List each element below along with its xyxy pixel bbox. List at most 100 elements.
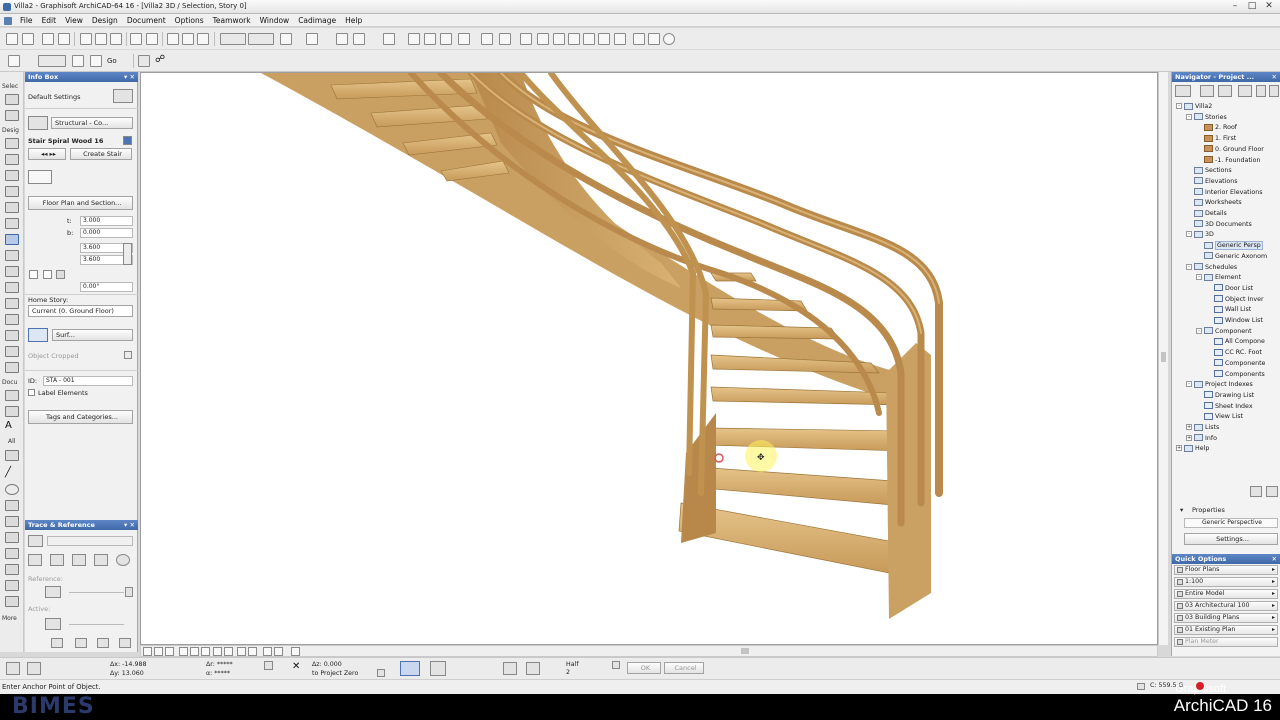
trace-rotate-icon[interactable] — [50, 554, 64, 566]
viewport-vertical-scrollbar[interactable] — [1158, 72, 1168, 645]
tree-item[interactable]: Object Inver — [1206, 295, 1264, 305]
group-icon[interactable] — [336, 33, 348, 45]
anchor-icon[interactable] — [56, 270, 65, 279]
tree-item[interactable]: Drawing List — [1196, 391, 1254, 401]
tree-item[interactable]: - 3D — [1186, 230, 1214, 240]
window-tool-icon[interactable] — [5, 170, 19, 181]
mirror-x-icon[interactable] — [29, 270, 38, 279]
tree-item[interactable]: Door List — [1206, 284, 1253, 294]
tree-item[interactable]: - Component — [1196, 327, 1252, 337]
prev-view-icon[interactable] — [237, 647, 246, 656]
mirror-y-icon[interactable] — [43, 270, 52, 279]
dimension-tool-icon[interactable] — [5, 390, 19, 401]
close-icon[interactable]: ✕ — [1262, 1, 1276, 12]
relative-construction-icon[interactable] — [72, 662, 88, 675]
tree-item[interactable]: - Schedules — [1186, 263, 1237, 273]
trim-icon[interactable] — [553, 33, 565, 45]
marquee-tool-icon[interactable] — [5, 110, 19, 121]
camera-tool-icon[interactable] — [5, 580, 19, 591]
door-tool-icon[interactable] — [5, 154, 19, 165]
surface-dropdown[interactable]: Surf... — [52, 329, 133, 341]
line-constraint-icon[interactable] — [456, 662, 468, 675]
model-representation-icon[interactable] — [28, 328, 48, 342]
view-name-field[interactable]: Generic Perspective — [1184, 518, 1278, 528]
zoom-selection-icon[interactable] — [201, 647, 210, 656]
fit-icon[interactable] — [165, 647, 174, 656]
collapse-icon[interactable]: - — [1176, 103, 1182, 109]
cancel-button[interactable]: Cancel — [664, 662, 704, 674]
menu-view[interactable]: View — [65, 16, 83, 25]
prev-next-stair-buttons[interactable]: ◂◂ ▸▸ — [28, 148, 66, 160]
inject-icon[interactable] — [197, 33, 209, 45]
column-tool-icon[interactable] — [5, 186, 19, 197]
tree-item[interactable]: Elevations — [1186, 177, 1238, 187]
tags-categories-button[interactable]: Tags and Categories... — [28, 410, 133, 424]
gravity-dropdown[interactable] — [220, 33, 246, 45]
offset-icon[interactable] — [537, 33, 549, 45]
polyline-tool-icon[interactable] — [5, 500, 19, 511]
collapse-icon[interactable]: - — [1196, 327, 1202, 334]
3d-window-dropdown[interactable] — [38, 55, 66, 67]
quick-option-scale[interactable]: 1:100 ▸ — [1174, 577, 1278, 587]
document-menu-icon[interactable] — [4, 17, 12, 25]
menu-teamwork[interactable]: Teamwork — [213, 16, 251, 25]
snap-dropdown-icon[interactable] — [612, 661, 620, 669]
lamp-tool-icon[interactable] — [5, 346, 19, 357]
adjust-icon[interactable] — [583, 33, 595, 45]
geometry-method-3-icon[interactable] — [87, 170, 103, 184]
menu-document[interactable]: Document — [127, 16, 166, 25]
fill-tool-icon[interactable] — [5, 450, 19, 461]
expand-icon[interactable]: + — [1186, 434, 1192, 441]
explore-icon[interactable] — [224, 647, 233, 656]
geometry-method-4-icon[interactable] — [114, 170, 130, 184]
expand-icon[interactable]: + — [1186, 424, 1192, 430]
orbit-icon[interactable] — [138, 55, 150, 67]
layers-icon[interactable] — [424, 33, 436, 45]
grid-snap-icon[interactable] — [50, 662, 66, 675]
zoom-window-icon[interactable] — [190, 647, 199, 656]
trace-mirror-icon[interactable] — [72, 554, 86, 566]
new-icon[interactable] — [6, 33, 18, 45]
quick-option-pen-set[interactable]: 03 Architectural 100 ▸ — [1174, 601, 1278, 611]
tree-item[interactable]: Window List — [1206, 316, 1263, 326]
hotspot-tool-icon[interactable] — [5, 548, 19, 559]
tree-item[interactable]: Wall List — [1206, 305, 1251, 315]
lock-icon[interactable] — [383, 33, 395, 45]
tree-item[interactable]: - Stories — [1186, 113, 1227, 123]
layout-book-icon[interactable] — [1218, 85, 1232, 97]
floor-plan-icon[interactable] — [8, 55, 20, 67]
project-zero-dropdown-icon[interactable] — [377, 669, 385, 677]
maximize-icon[interactable]: □ — [1245, 1, 1259, 12]
height-2-field[interactable]: 0.000 — [80, 228, 133, 238]
height-1-field[interactable]: 3.000 — [80, 216, 133, 226]
pan-icon[interactable] — [179, 647, 188, 656]
tree-item[interactable]: All Compone — [1206, 337, 1265, 347]
snap-dropdown[interactable] — [248, 33, 274, 45]
snap-guides-icon[interactable] — [526, 662, 540, 675]
wall-tool-icon[interactable] — [5, 138, 19, 149]
collapse-icon[interactable]: - — [1186, 231, 1192, 238]
section-tool-icon[interactable] — [5, 596, 19, 607]
beam-tool-icon[interactable] — [5, 202, 19, 213]
3d-viewport[interactable]: ✥ — [140, 72, 1158, 645]
tree-item[interactable]: + Info — [1186, 434, 1217, 444]
delta-y-value[interactable]: Δy: 13.060 — [110, 670, 144, 677]
save-icon[interactable] — [42, 33, 54, 45]
angle-line-icon[interactable] — [430, 661, 446, 676]
paste-icon[interactable] — [110, 33, 122, 45]
drag-icon[interactable] — [458, 33, 470, 45]
text-tool-icon[interactable]: A — [5, 421, 19, 432]
nav-delete-icon[interactable] — [1266, 486, 1278, 497]
quick-option-structure-display[interactable]: Entire Model ▸ — [1174, 589, 1278, 599]
trace-move-icon[interactable] — [28, 554, 42, 566]
open-icon[interactable] — [22, 33, 34, 45]
menu-edit[interactable]: Edit — [42, 16, 57, 25]
print-icon[interactable] — [58, 33, 70, 45]
tree-item[interactable]: View List — [1196, 412, 1243, 422]
menu-file[interactable]: File — [20, 16, 33, 25]
settings-dialog-icon[interactable] — [113, 89, 133, 103]
direct-construction-icon[interactable] — [400, 661, 420, 676]
organizer-icon[interactable] — [1256, 85, 1266, 97]
menu-design[interactable]: Design — [92, 16, 118, 25]
ok-button[interactable]: OK — [627, 662, 661, 674]
